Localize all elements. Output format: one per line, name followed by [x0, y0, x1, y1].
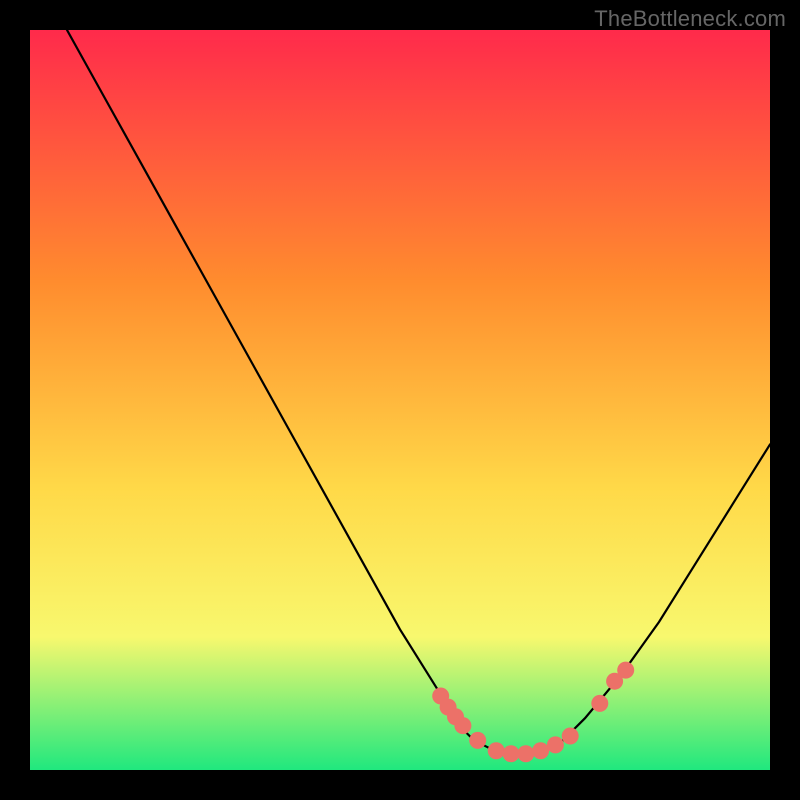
curve-marker [469, 732, 486, 749]
curve-marker [488, 742, 505, 759]
watermark-text: TheBottleneck.com [594, 6, 786, 32]
curve-marker [503, 745, 520, 762]
curve-marker [454, 717, 471, 734]
bottleneck-chart [30, 30, 770, 770]
chart-frame: TheBottleneck.com [0, 0, 800, 800]
curve-marker [532, 742, 549, 759]
curve-marker [547, 736, 564, 753]
plot-area [30, 30, 770, 770]
curve-marker [562, 727, 579, 744]
curve-marker [517, 745, 534, 762]
gradient-background [30, 30, 770, 770]
curve-marker [591, 695, 608, 712]
curve-marker [617, 662, 634, 679]
